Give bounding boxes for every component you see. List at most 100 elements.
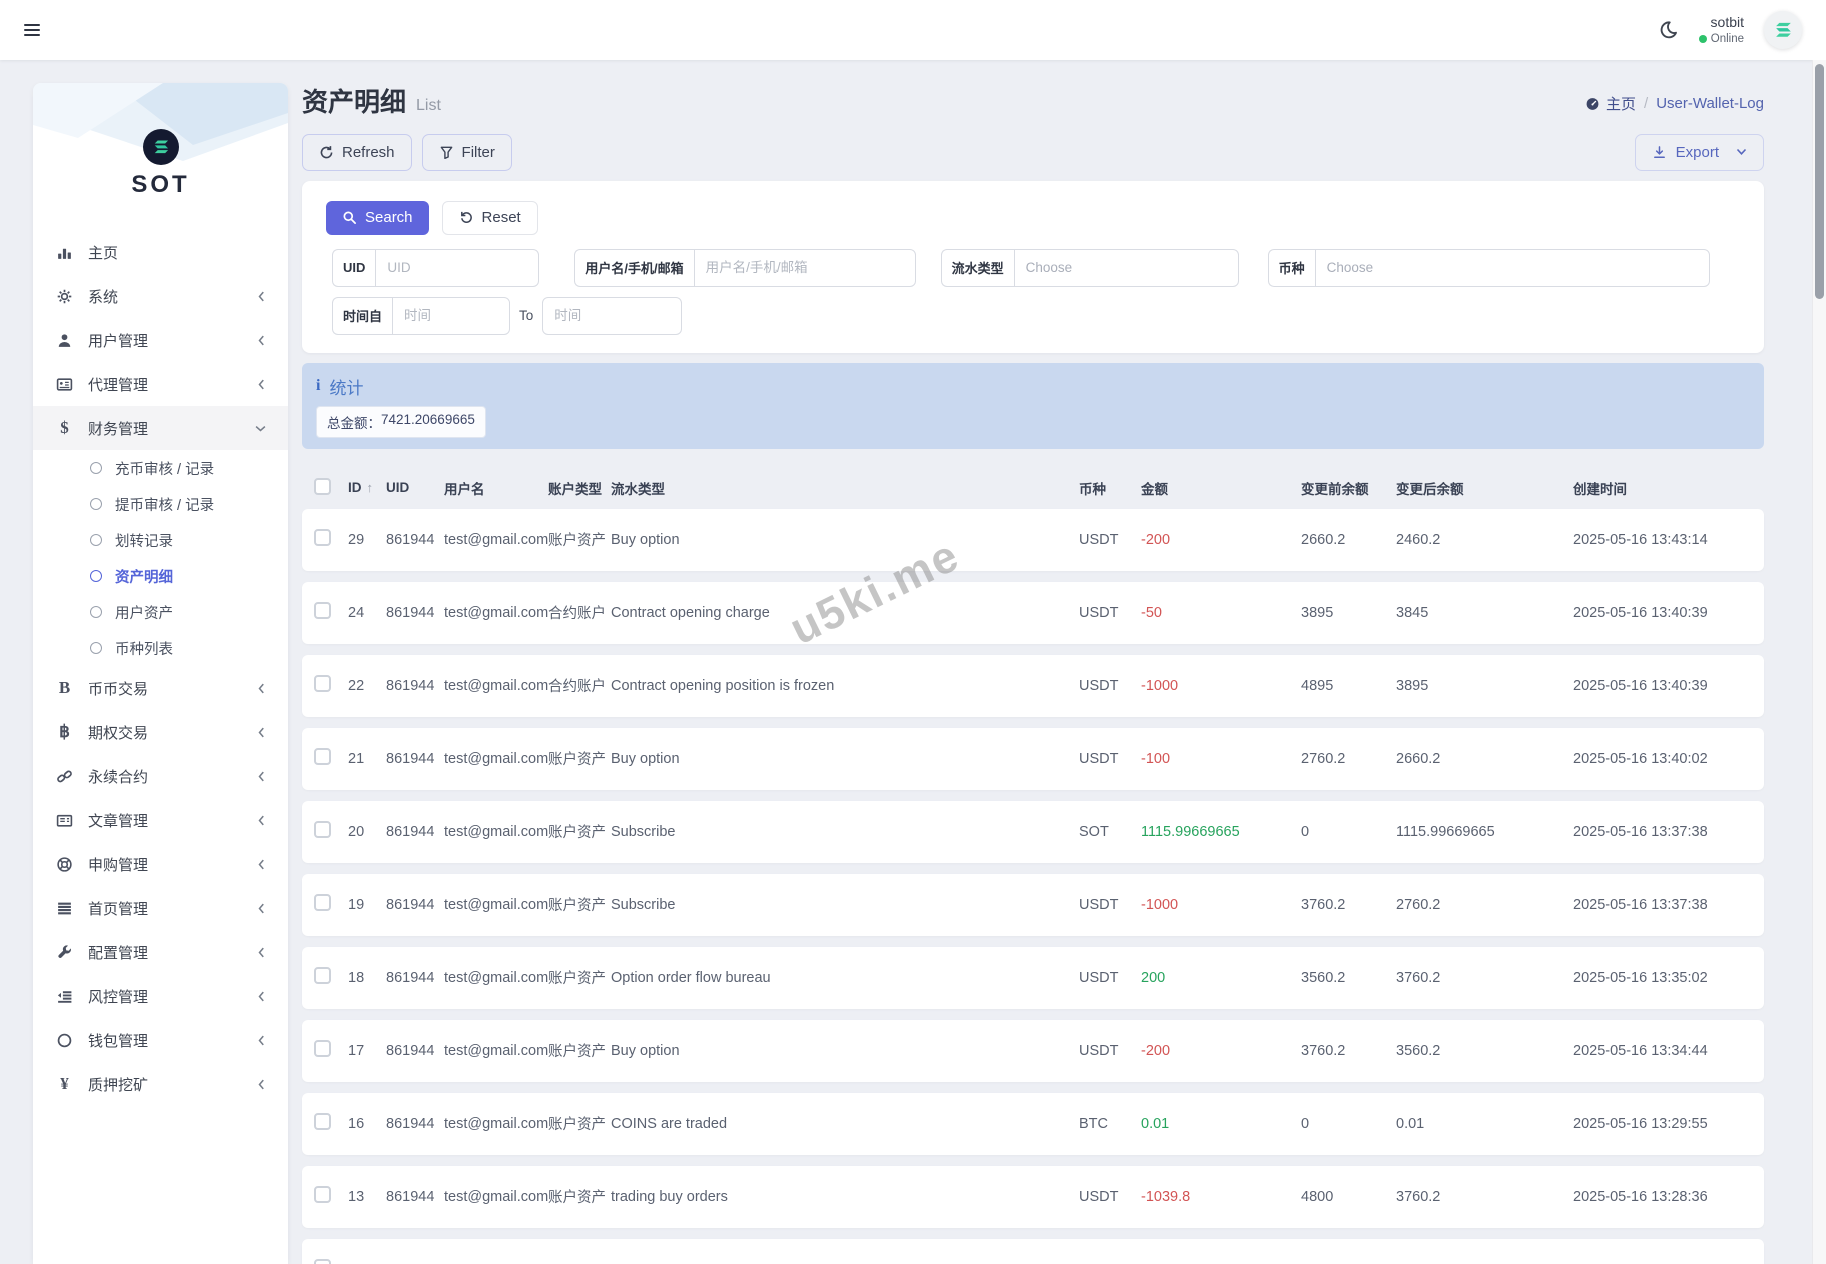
sidebar-item[interactable]: 永续合约 bbox=[33, 754, 288, 798]
sidebar-item[interactable]: $ 财务管理 bbox=[33, 406, 288, 450]
cell-amount: -200 bbox=[1141, 1043, 1301, 1059]
breadcrumb-current[interactable]: User-Wallet-Log bbox=[1656, 95, 1764, 112]
sidebar-subitem[interactable]: 资产明细 bbox=[33, 558, 288, 594]
sidebar-item[interactable]: 首页管理 bbox=[33, 886, 288, 930]
sidebar-item[interactable]: 系统 bbox=[33, 274, 288, 318]
cell-amount: -100 bbox=[1141, 751, 1301, 767]
cell-flow-type: Contract opening position is frozen bbox=[611, 678, 1079, 694]
sidebar-subitem[interactable]: 币种列表 bbox=[33, 630, 288, 666]
sidebar-item[interactable]: 主页 bbox=[33, 230, 288, 274]
sidebar-item[interactable]: ฿ 期权交易 bbox=[33, 710, 288, 754]
sidebar-item[interactable]: 钱包管理 bbox=[33, 1018, 288, 1062]
sidebar-item[interactable]: 文章管理 bbox=[33, 798, 288, 842]
uid-input[interactable] bbox=[375, 249, 539, 287]
row-checkbox[interactable] bbox=[314, 894, 331, 911]
cell-created-at: 2025-05-16 13:29:55 bbox=[1573, 1116, 1764, 1132]
row-checkbox[interactable] bbox=[314, 821, 331, 838]
table-row: 21 861944 test@gmail.com 账户资产 Buy option… bbox=[302, 728, 1764, 790]
scrollbar-thumb[interactable] bbox=[1815, 64, 1824, 299]
cell-account-type: 合约账户 bbox=[548, 602, 611, 623]
select-all-checkbox[interactable] bbox=[314, 478, 331, 495]
table-row: 20 861944 test@gmail.com 账户资产 Subscribe … bbox=[302, 801, 1764, 863]
cell-balance-after: 3895 bbox=[1396, 678, 1573, 694]
row-checkbox[interactable] bbox=[314, 1113, 331, 1130]
user-menu[interactable]: sotbit Online bbox=[1699, 13, 1744, 46]
filter-button[interactable]: Filter bbox=[422, 134, 512, 171]
letter-b-icon: B bbox=[55, 678, 74, 698]
sidebar-item[interactable]: 用户管理 bbox=[33, 318, 288, 362]
user-filter-group: 用户名/手机/邮箱 bbox=[574, 249, 915, 287]
chevron-down-icon bbox=[255, 424, 266, 433]
row-checkbox[interactable] bbox=[314, 529, 331, 546]
coin-select[interactable]: Choose bbox=[1315, 249, 1710, 287]
cell-account-type: 账户资产 bbox=[548, 894, 611, 915]
row-checkbox[interactable] bbox=[314, 1186, 331, 1203]
total-amount-value: 7421.20669665 bbox=[381, 412, 475, 432]
cell-uid: 861944 bbox=[386, 1116, 444, 1132]
col-id[interactable]: ID↑ bbox=[348, 480, 386, 495]
row-checkbox[interactable] bbox=[314, 602, 331, 619]
brand-name: SOT bbox=[33, 171, 288, 199]
row-checkbox[interactable] bbox=[314, 1259, 331, 1264]
cell-balance-before: 3895 bbox=[1301, 605, 1396, 621]
cell-coin: USDT bbox=[1079, 751, 1141, 767]
user-icon bbox=[55, 332, 74, 349]
sidebar-item[interactable]: 风控管理 bbox=[33, 974, 288, 1018]
info-icon: i bbox=[316, 377, 320, 395]
reset-button[interactable]: Reset bbox=[442, 201, 538, 235]
sidebar-subitem[interactable]: 用户资产 bbox=[33, 594, 288, 630]
cell-username: test@gmail.com bbox=[444, 605, 548, 621]
flow-type-label: 流水类型 bbox=[941, 249, 1014, 287]
cell-uid: 861944 bbox=[386, 1043, 444, 1059]
time-to-input[interactable] bbox=[542, 297, 682, 335]
col-coin: 币种 bbox=[1079, 478, 1141, 498]
sidebar-item[interactable]: 配置管理 bbox=[33, 930, 288, 974]
bullet-circle-icon bbox=[90, 534, 102, 546]
cell-balance-after: 3760.2 bbox=[1396, 970, 1573, 986]
sidebar-subitem[interactable]: 提币审核 / 记录 bbox=[33, 486, 288, 522]
row-checkbox[interactable] bbox=[314, 1040, 331, 1057]
user-input[interactable] bbox=[694, 249, 916, 287]
col-flow-type: 流水类型 bbox=[611, 478, 1079, 498]
vertical-scrollbar bbox=[1812, 60, 1826, 1264]
cell-amount: -50 bbox=[1141, 605, 1301, 621]
cell-id: 19 bbox=[348, 897, 386, 913]
sidebar-item[interactable]: ¥ 质押挖矿 bbox=[33, 1062, 288, 1106]
sidebar-item[interactable]: 申购管理 bbox=[33, 842, 288, 886]
cell-uid: 861944 bbox=[386, 678, 444, 694]
chevron-left-icon bbox=[257, 291, 266, 302]
online-status-dot bbox=[1699, 35, 1707, 43]
username: sotbit bbox=[1699, 13, 1744, 31]
cell-id: 16 bbox=[348, 1116, 386, 1132]
cell-created-at: 2025-05-16 13:40:39 bbox=[1573, 678, 1764, 694]
table-row: 13 861944 test@gmail.com 账户资产 trading bu… bbox=[302, 1166, 1764, 1228]
sidebar-subitem[interactable]: 充币审核 / 记录 bbox=[33, 450, 288, 486]
cell-username: test@gmail.com bbox=[444, 824, 548, 840]
sidebar-item[interactable]: B 币币交易 bbox=[33, 666, 288, 710]
breadcrumb-home-link[interactable]: 主页 bbox=[1585, 93, 1636, 114]
table-row: 22 861944 test@gmail.com 合约账户 Contract o… bbox=[302, 655, 1764, 717]
cell-amount: 0.01 bbox=[1141, 1116, 1301, 1132]
export-button[interactable]: Export bbox=[1635, 134, 1764, 171]
flow-type-select[interactable]: Choose bbox=[1014, 249, 1239, 287]
refresh-button[interactable]: Refresh bbox=[302, 134, 412, 171]
time-from-input[interactable] bbox=[392, 297, 510, 335]
avatar[interactable] bbox=[1764, 11, 1802, 49]
search-button[interactable]: Search bbox=[326, 201, 429, 235]
row-checkbox[interactable] bbox=[314, 748, 331, 765]
cell-id: 29 bbox=[348, 532, 386, 548]
outdent-icon bbox=[55, 988, 74, 1005]
cell-balance-before: 4895 bbox=[1301, 678, 1396, 694]
row-checkbox[interactable] bbox=[314, 967, 331, 984]
cell-coin: USDT bbox=[1079, 1189, 1141, 1205]
cell-amount: -1000 bbox=[1141, 897, 1301, 913]
cell-balance-before: 3760.2 bbox=[1301, 897, 1396, 913]
hamburger-menu-icon[interactable] bbox=[24, 24, 40, 36]
col-balance-before: 变更前余额 bbox=[1301, 478, 1396, 498]
cell-id: 18 bbox=[348, 970, 386, 986]
dark-mode-moon-icon[interactable] bbox=[1659, 20, 1679, 40]
row-checkbox[interactable] bbox=[314, 675, 331, 692]
sidebar-subitem[interactable]: 划转记录 bbox=[33, 522, 288, 558]
cell-balance-before: 2660.2 bbox=[1301, 532, 1396, 548]
sidebar-item[interactable]: 代理管理 bbox=[33, 362, 288, 406]
